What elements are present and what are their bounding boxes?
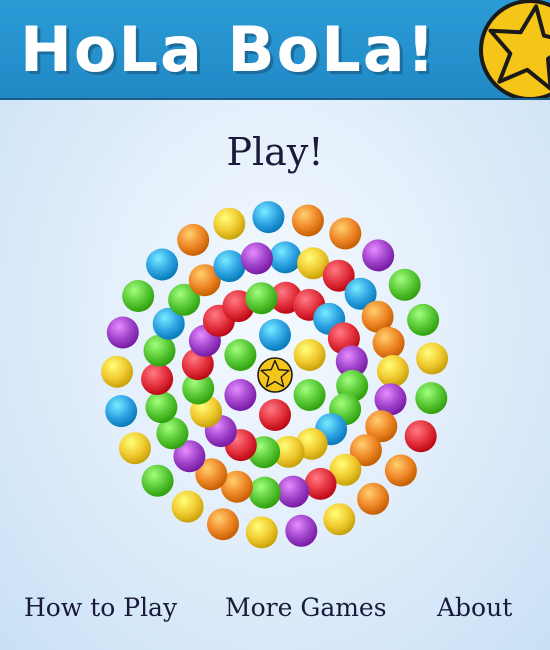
ball-ring4-2[interactable] [329, 217, 362, 250]
ball-ring4-3[interactable] [362, 239, 395, 272]
ball-ring4-8[interactable] [404, 420, 437, 453]
ball-ring3-12[interactable] [304, 467, 337, 500]
ball-ring4-19[interactable] [101, 355, 133, 388]
center-star-ball-icon [257, 357, 293, 393]
ball-ring4-6[interactable] [416, 342, 449, 375]
ball-ring1-2[interactable] [293, 339, 326, 371]
ball-ring4-23[interactable] [177, 223, 210, 256]
more-games-link[interactable]: More Games [225, 590, 387, 626]
ball-ring3-19[interactable] [145, 391, 178, 424]
ball-ring4-18[interactable] [105, 395, 138, 428]
ball-ring3-7[interactable] [376, 355, 409, 387]
ball-ring4-24[interactable] [213, 207, 246, 240]
ball-ring4-17[interactable] [119, 432, 151, 465]
ball-ring4-5[interactable] [407, 303, 440, 336]
header-bar: HoLa BoLa! [0, 0, 550, 100]
ball-ring3-20[interactable] [141, 363, 174, 395]
ball-ring1-3[interactable] [293, 379, 326, 411]
ball-ring3-25[interactable] [213, 250, 246, 283]
ball-ring4-1[interactable] [291, 204, 324, 237]
ball-ring4-4[interactable] [388, 268, 421, 301]
ball-ring4-7[interactable] [415, 382, 448, 415]
ball-ring4-12[interactable] [285, 514, 318, 547]
how-to-play-link[interactable]: How to Play [24, 590, 177, 626]
ball-ring4-13[interactable] [245, 516, 278, 549]
ball-ring4-10[interactable] [357, 482, 390, 515]
ball-ring4-21[interactable] [122, 280, 155, 312]
ball-ring1-4[interactable] [259, 399, 291, 431]
ball-ring1-1[interactable] [259, 319, 291, 351]
about-link[interactable]: About [437, 590, 512, 626]
play-button[interactable]: Play! [0, 128, 550, 176]
ball-ring1-6[interactable] [224, 339, 257, 371]
ball-ring3-14[interactable] [248, 476, 281, 509]
ball-ring4-14[interactable] [207, 508, 239, 541]
ball-ring4-16[interactable] [141, 464, 174, 497]
ball-ring3-6[interactable] [372, 326, 405, 359]
ball-ring4-20[interactable] [106, 316, 139, 349]
ball-ring4-15[interactable] [171, 490, 204, 523]
ball-ring3-13[interactable] [277, 475, 310, 508]
ball-ring3-26[interactable] [240, 242, 273, 275]
ball-ring3-1[interactable] [269, 241, 302, 274]
ball-ring2-20[interactable] [245, 282, 278, 315]
ball-ring4-22[interactable] [146, 248, 179, 281]
ball-ring1-5[interactable] [224, 379, 257, 411]
game-title: HoLa BoLa! [20, 13, 437, 86]
ball-ring4-11[interactable] [323, 503, 356, 536]
ball-ring4-25[interactable] [252, 201, 285, 234]
ball-ring4-9[interactable] [384, 454, 417, 487]
star-coin-icon [479, 0, 550, 98]
